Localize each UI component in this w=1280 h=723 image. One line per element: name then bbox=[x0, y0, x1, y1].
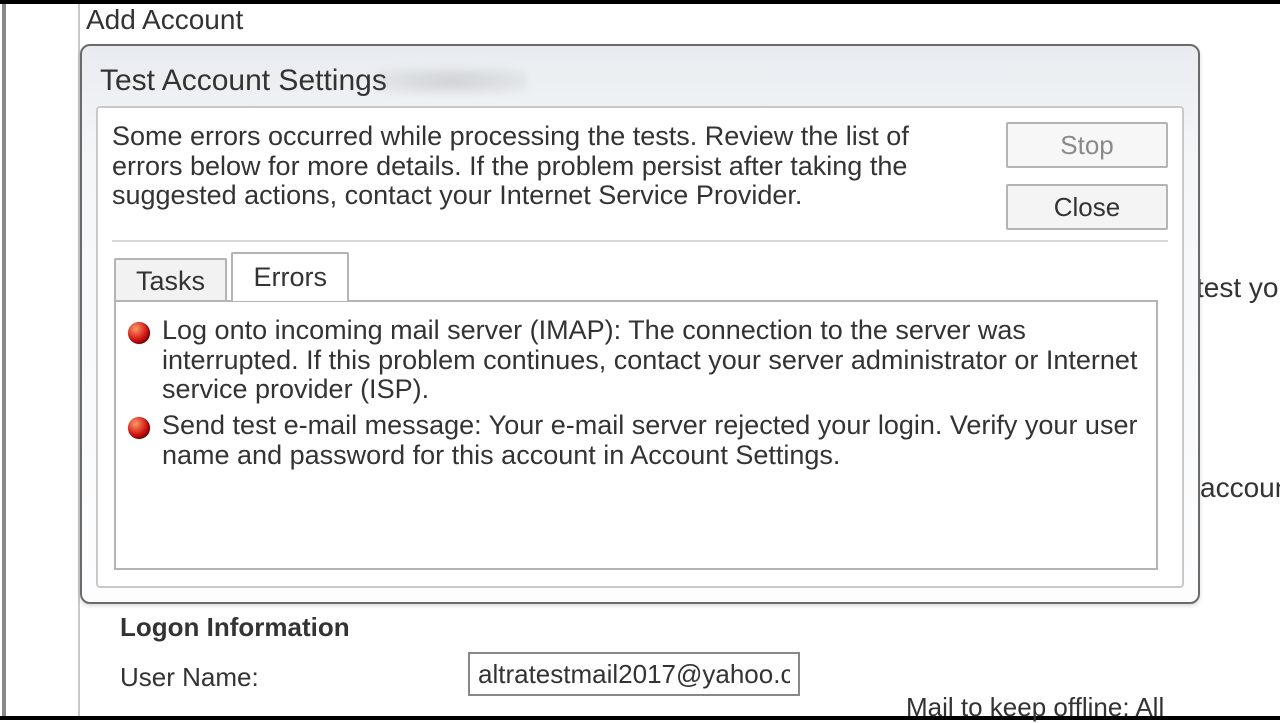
test-account-settings-dialog: Test Account Settings Some errors occurr… bbox=[80, 44, 1200, 604]
mail-keep-offline-label: Mail to keep offline: All bbox=[906, 692, 1164, 723]
dialog-body: Some errors occurred while processing th… bbox=[96, 106, 1184, 588]
tab-strip: Tasks Errors bbox=[114, 252, 349, 301]
error-item: Log onto incoming mail server (IMAP): Th… bbox=[128, 316, 1144, 405]
errors-panel: Log onto incoming mail server (IMAP): Th… bbox=[114, 300, 1158, 570]
username-field[interactable] bbox=[468, 652, 800, 696]
error-item: Send test e-mail message: Your e-mail se… bbox=[128, 411, 1144, 470]
divider bbox=[112, 240, 1168, 242]
error-text: Log onto incoming mail server (IMAP): Th… bbox=[162, 316, 1144, 405]
error-text: Send test e-mail message: Your e-mail se… bbox=[162, 411, 1144, 470]
dialog-title: Test Account Settings bbox=[100, 64, 387, 98]
close-button[interactable]: Close bbox=[1006, 184, 1168, 230]
outer-left-border bbox=[2, 4, 6, 716]
tab-tasks[interactable]: Tasks bbox=[114, 258, 227, 303]
tab-errors[interactable]: Errors bbox=[231, 252, 349, 301]
bg-right-fragment-1: test you bbox=[1196, 272, 1280, 304]
stop-button: Stop bbox=[1006, 122, 1168, 168]
error-icon bbox=[128, 417, 150, 439]
logon-information-heading: Logon Information bbox=[120, 612, 350, 643]
username-label: User Name: bbox=[120, 662, 259, 693]
dialog-title-blur bbox=[376, 68, 526, 94]
dialog-message: Some errors occurred while processing th… bbox=[112, 122, 948, 211]
add-account-title: Add Account bbox=[86, 4, 243, 36]
bg-right-fragment-2: account bbox=[1200, 472, 1280, 504]
error-icon bbox=[128, 322, 150, 344]
